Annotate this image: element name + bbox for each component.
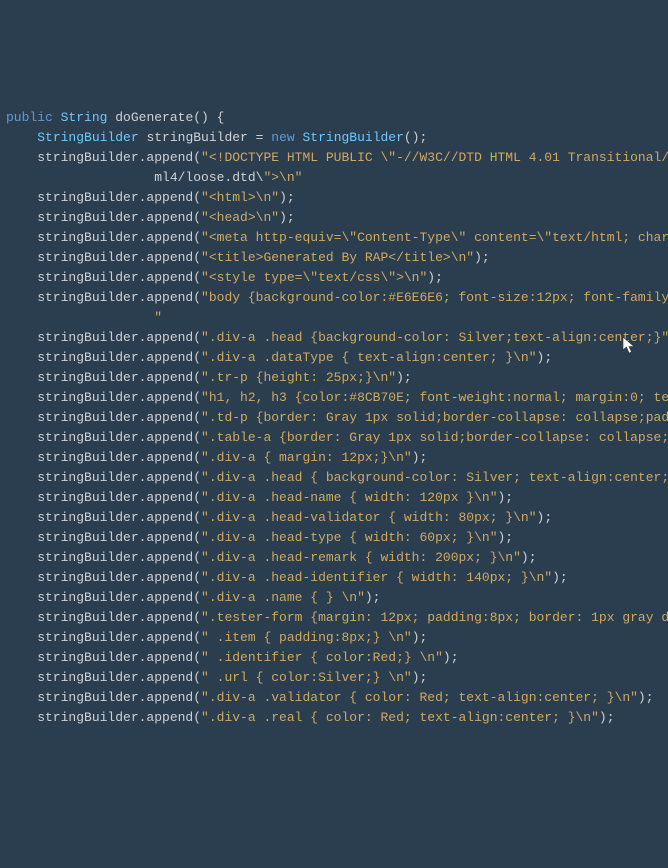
code-line: stringBuilder.append("<head>\n"); (6, 208, 662, 228)
code-line: StringBuilder stringBuilder = new String… (6, 128, 662, 148)
code-line: stringBuilder.append(".div-a .head {back… (6, 328, 662, 348)
code-line: stringBuilder.append(" .identifier { col… (6, 648, 662, 668)
code-line: " (6, 308, 662, 328)
code-line: stringBuilder.append(".div-a .head-name … (6, 488, 662, 508)
code-line: stringBuilder.append("<!DOCTYPE HTML PUB… (6, 148, 662, 168)
code-line: stringBuilder.append("<html>\n"); (6, 188, 662, 208)
code-line (6, 88, 662, 108)
code-line: stringBuilder.append("<style type=\"text… (6, 268, 662, 288)
code-line: stringBuilder.append(".div-a .head-remar… (6, 548, 662, 568)
code-line: stringBuilder.append("<meta http-equiv=\… (6, 228, 662, 248)
code-line: stringBuilder.append(".div-a .head-ident… (6, 568, 662, 588)
code-line: stringBuilder.append(".table-a {border: … (6, 428, 662, 448)
code-line: stringBuilder.append(".div-a .validator … (6, 688, 662, 708)
code-line: stringBuilder.append("body {background-c… (6, 288, 662, 308)
code-line: stringBuilder.append(".div-a .dataType {… (6, 348, 662, 368)
code-line: stringBuilder.append(".div-a .head-valid… (6, 508, 662, 528)
code-line: ml4/loose.dtd\">\n" (6, 168, 662, 188)
code-line: stringBuilder.append(" .url { color:Silv… (6, 668, 662, 688)
code-line: stringBuilder.append(".div-a .real { col… (6, 708, 662, 728)
code-line: stringBuilder.append("h1, h2, h3 {color:… (6, 388, 662, 408)
code-line: stringBuilder.append(".div-a .head-type … (6, 528, 662, 548)
code-line: stringBuilder.append(".tester-form {marg… (6, 608, 662, 628)
code-line: stringBuilder.append(".td-p {border: Gra… (6, 408, 662, 428)
code-line: stringBuilder.append(" .item { padding:8… (6, 628, 662, 648)
code-line: stringBuilder.append("<title>Generated B… (6, 248, 662, 268)
code-line: public String doGenerate() { (6, 108, 662, 128)
code-line: stringBuilder.append(".tr-p {height: 25p… (6, 368, 662, 388)
code-line: stringBuilder.append(".div-a { margin: 1… (6, 448, 662, 468)
code-editor[interactable]: public String doGenerate() { StringBuild… (6, 88, 662, 728)
code-line: stringBuilder.append(".div-a .name { } \… (6, 588, 662, 608)
code-line: stringBuilder.append(".div-a .head { bac… (6, 468, 662, 488)
